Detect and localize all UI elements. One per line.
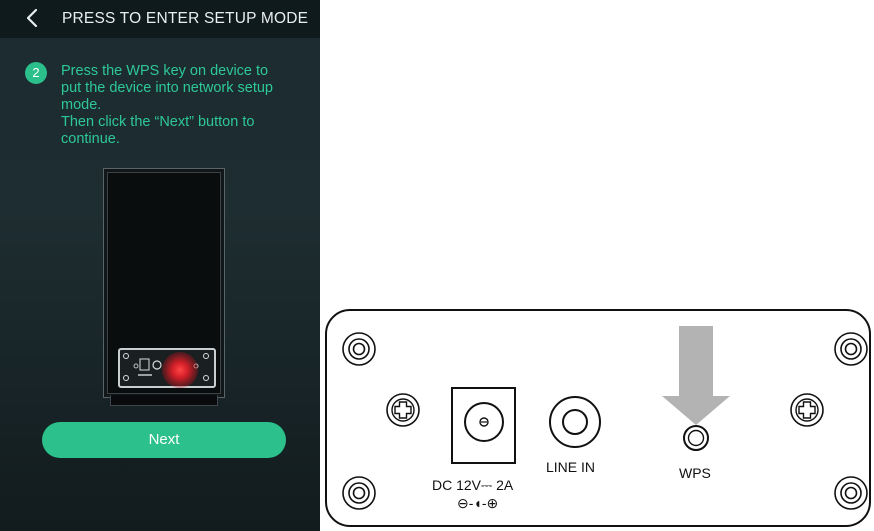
instruction-line: mode. [61, 97, 102, 113]
page-title: PRESS TO ENTER SETUP MODE [62, 10, 309, 27]
instruction-text: Press the WPS key on device to put the d… [61, 63, 311, 148]
polarity-symbol: ⊖-◖-⊕ [457, 495, 498, 511]
speaker-base [110, 395, 218, 406]
setup-screen: PRESS TO ENTER SETUP MODE 2 Press the WP… [0, 0, 320, 531]
panel-outline [325, 309, 871, 527]
device-back-panel-diagram: DC 12V⎓ 2A ⊖-◖-⊕ LINE IN WPS [325, 309, 871, 527]
next-button[interactable]: Next [42, 422, 286, 458]
instruction-line: Press the WPS key on device to [61, 63, 269, 79]
wps-highlight-glow [162, 352, 198, 388]
instruction-line: Then click the “Next” button to [61, 114, 255, 130]
instruction-line: put the device into network setup [61, 80, 273, 96]
line-in-label: LINE IN [546, 459, 595, 475]
step-number-badge: 2 [25, 62, 47, 84]
wps-label: WPS [679, 465, 711, 481]
instruction-line: continue. [61, 131, 120, 147]
top-bar: PRESS TO ENTER SETUP MODE [0, 0, 320, 38]
power-rating-label: DC 12V⎓ 2A [432, 477, 514, 493]
chevron-left-icon[interactable] [22, 7, 44, 29]
